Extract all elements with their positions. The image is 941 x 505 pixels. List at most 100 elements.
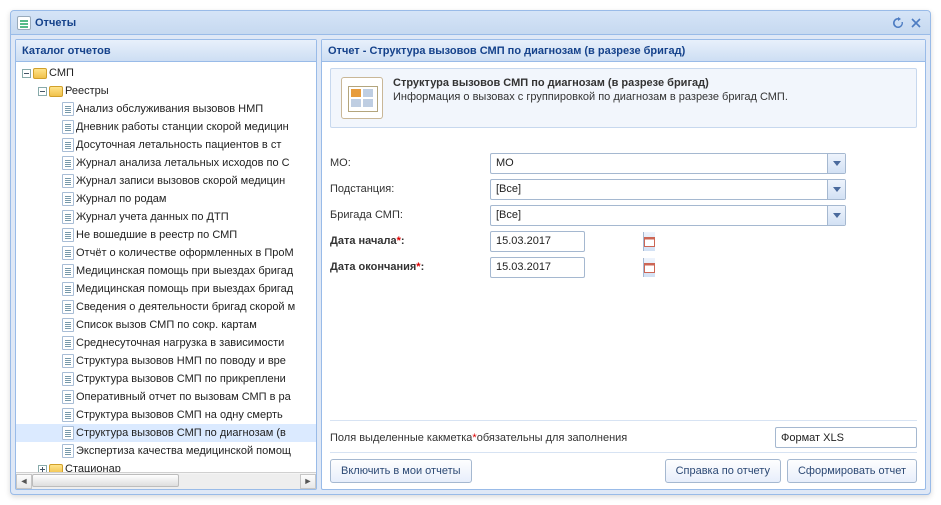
tree-node[interactable]: Медицинская помощь при выездах бригад xyxy=(16,280,316,298)
tree-node[interactable]: Стационар xyxy=(16,460,316,472)
folder-icon xyxy=(49,86,63,97)
tree-node[interactable]: СМП xyxy=(16,64,316,82)
chevron-down-icon xyxy=(833,213,841,218)
scroll-track[interactable] xyxy=(32,474,300,489)
brigade-input[interactable] xyxy=(491,206,827,225)
collapse-icon[interactable] xyxy=(22,69,31,78)
tree-label: Сведения о деятельности бригад скорой м xyxy=(76,301,295,313)
report-header: Отчет - Структура вызовов СМП по диагноз… xyxy=(322,40,925,62)
tree-label: Структура вызовов СМП по прикреплени xyxy=(76,373,286,385)
folder-icon xyxy=(33,68,47,79)
substation-label: Подстанция: xyxy=(330,183,490,195)
format-combo[interactable] xyxy=(775,427,917,448)
tree-label: Структура вызовов СМП по диагнозам (в xyxy=(76,427,286,439)
tree-label: Досуточная летальность пациентов в ст xyxy=(76,139,281,151)
window-title: Отчеты xyxy=(35,17,76,29)
tree-node[interactable]: Структура вызовов СМП по диагнозам (в xyxy=(16,424,316,442)
mo-combo[interactable] xyxy=(490,153,846,174)
scroll-left-arrow[interactable]: ◄ xyxy=(16,474,32,489)
tree-label: Журнал учета данных по ДТП xyxy=(76,211,229,223)
scroll-thumb[interactable] xyxy=(32,474,179,487)
document-icon xyxy=(62,138,74,152)
tree-node[interactable]: Отчёт о количестве оформленных в ПроМ xyxy=(16,244,316,262)
report-help-button[interactable]: Справка по отчету xyxy=(665,459,781,483)
window-titlebar: Отчеты xyxy=(11,11,930,35)
document-icon xyxy=(62,390,74,404)
refresh-button[interactable] xyxy=(890,15,906,31)
scroll-right-arrow[interactable]: ► xyxy=(300,474,316,489)
catalog-panel: Каталог отчетов СМП Реестры Анализ обслу… xyxy=(15,39,317,490)
calendar-icon[interactable] xyxy=(643,232,655,251)
tree-label: Журнал по родам xyxy=(76,193,166,205)
report-panel: Отчет - Структура вызовов СМП по диагноз… xyxy=(321,39,926,490)
report-tree[interactable]: СМП Реестры Анализ обслуживания вызовов … xyxy=(16,62,316,472)
generate-report-button[interactable]: Сформировать отчет xyxy=(787,459,917,483)
tree-label: СМП xyxy=(49,67,74,79)
brigade-trigger[interactable] xyxy=(827,206,845,225)
add-to-my-reports-button[interactable]: Включить в мои отчеты xyxy=(330,459,472,483)
collapse-icon[interactable] xyxy=(38,87,47,96)
format-input[interactable] xyxy=(776,428,925,447)
report-info-box: Структура вызовов СМП по диагнозам (в ра… xyxy=(330,68,917,128)
tree-label: Не вошедшие в реестр по СМП xyxy=(76,229,237,241)
document-icon xyxy=(62,264,74,278)
required-hint: Поля выделенные как метка* обязательны д… xyxy=(330,420,917,452)
tree-node[interactable]: Реестры xyxy=(16,82,316,100)
tree-label: Анализ обслуживания вызовов НМП xyxy=(76,103,263,115)
document-icon xyxy=(62,354,74,368)
tree-node[interactable]: Журнал записи вызовов скорой медицин xyxy=(16,172,316,190)
document-icon xyxy=(62,336,74,350)
calendar-icon[interactable] xyxy=(643,258,655,277)
document-icon xyxy=(62,282,74,296)
report-info-title: Структура вызовов СМП по диагнозам (в ра… xyxy=(393,77,788,89)
substation-trigger[interactable] xyxy=(827,180,845,199)
date-end-field[interactable] xyxy=(490,257,585,278)
expand-icon[interactable] xyxy=(38,465,47,473)
tree-node[interactable]: Анализ обслуживания вызовов НМП xyxy=(16,100,316,118)
date-end-input[interactable] xyxy=(491,258,643,277)
tree-node[interactable]: Структура вызовов СМП на одну смерть xyxy=(16,406,316,424)
tree-node[interactable]: Сведения о деятельности бригад скорой м xyxy=(16,298,316,316)
tree-node[interactable]: Список вызов СМП по сокр. картам xyxy=(16,316,316,334)
mo-trigger[interactable] xyxy=(827,154,845,173)
chevron-down-icon xyxy=(833,187,841,192)
tree-label: Оперативный отчет по вызовам СМП в ра xyxy=(76,391,291,403)
report-large-icon xyxy=(341,77,383,119)
date-start-input[interactable] xyxy=(491,232,643,251)
document-icon xyxy=(62,102,74,116)
document-icon xyxy=(62,444,74,458)
horizontal-scrollbar[interactable]: ◄ ► xyxy=(16,472,316,489)
tree-label: Медицинская помощь при выездах бригад xyxy=(76,265,293,277)
tree-node[interactable]: Журнал по родам xyxy=(16,190,316,208)
tree-node[interactable]: Экспертиза качества медицинской помощ xyxy=(16,442,316,460)
tree-label: Структура вызовов НМП по поводу и вре xyxy=(76,355,286,367)
tree-label: Список вызов СМП по сокр. картам xyxy=(76,319,257,331)
close-button[interactable] xyxy=(908,15,924,31)
tree-label: Медицинская помощь при выездах бригад xyxy=(76,283,293,295)
substation-input[interactable] xyxy=(491,180,827,199)
tree-node[interactable]: Журнал анализа летальных исходов по С xyxy=(16,154,316,172)
date-start-field[interactable] xyxy=(490,231,585,252)
report-icon xyxy=(17,16,31,30)
tree-label: Отчёт о количестве оформленных в ПроМ xyxy=(76,247,294,259)
tree-node[interactable]: Досуточная летальность пациентов в ст xyxy=(16,136,316,154)
document-icon xyxy=(62,120,74,134)
substation-combo[interactable] xyxy=(490,179,846,200)
reports-window: Отчеты Каталог отчетов СМП Реестры Анали… xyxy=(10,10,931,495)
tree-node[interactable]: Структура вызовов СМП по прикреплени xyxy=(16,370,316,388)
folder-icon xyxy=(49,464,63,473)
tree-node[interactable]: Дневник работы станции скорой медицин xyxy=(16,118,316,136)
tree-node[interactable]: Медицинская помощь при выездах бригад xyxy=(16,262,316,280)
document-icon xyxy=(62,246,74,260)
document-icon xyxy=(62,228,74,242)
mo-input[interactable] xyxy=(491,154,827,173)
tree-node[interactable]: Не вошедшие в реестр по СМП xyxy=(16,226,316,244)
tree-node[interactable]: Оперативный отчет по вызовам СМП в ра xyxy=(16,388,316,406)
document-icon xyxy=(62,408,74,422)
tree-label: Реестры xyxy=(65,85,109,97)
tree-node[interactable]: Журнал учета данных по ДТП xyxy=(16,208,316,226)
tree-node[interactable]: Среднесуточная нагрузка в зависимости xyxy=(16,334,316,352)
tree-node[interactable]: Структура вызовов НМП по поводу и вре xyxy=(16,352,316,370)
brigade-combo[interactable] xyxy=(490,205,846,226)
catalog-header: Каталог отчетов xyxy=(16,40,316,62)
